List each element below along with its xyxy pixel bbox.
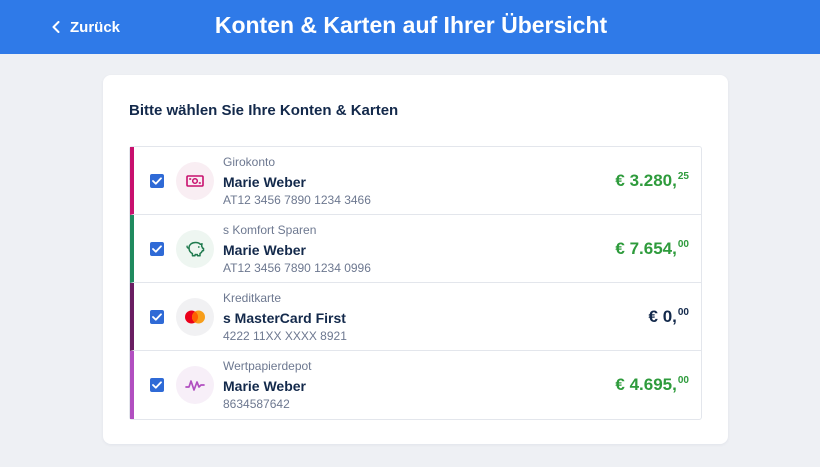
balance-main: € 0, — [648, 307, 677, 326]
account-row-sparen[interactable]: s Komfort Sparen Marie Weber AT12 3456 7… — [130, 215, 701, 283]
account-type: Girokonto — [223, 155, 276, 169]
account-icon-circle — [176, 230, 214, 268]
account-holder: Marie Weber — [223, 242, 306, 258]
account-holder: Marie Weber — [223, 378, 306, 394]
balance-main: € 4.695, — [615, 375, 677, 394]
account-checkbox[interactable] — [150, 378, 164, 392]
account-row-girokonto[interactable]: Girokonto Marie Weber AT12 3456 7890 123… — [130, 147, 701, 215]
chart-line-icon — [185, 380, 205, 391]
account-checkbox[interactable] — [150, 242, 164, 256]
account-checkbox[interactable] — [150, 174, 164, 188]
balance-main: € 3.280, — [615, 171, 677, 190]
account-balance: € 3.280,25 — [615, 171, 689, 191]
account-balance: € 0,00 — [649, 307, 689, 327]
account-type: Kreditkarte — [223, 291, 282, 305]
account-type: s Komfort Sparen — [223, 223, 317, 237]
account-balance: € 7.654,00 — [615, 239, 689, 259]
account-checkbox[interactable] — [150, 310, 164, 324]
account-list: Girokonto Marie Weber AT12 3456 7890 123… — [129, 146, 702, 420]
account-number: AT12 3456 7890 1234 0996 — [223, 261, 371, 275]
app-header: Zurück Konten & Karten auf Ihrer Übersic… — [0, 0, 820, 54]
card-title: Bitte wählen Sie Ihre Konten & Karten — [129, 102, 399, 119]
account-balance: € 4.695,00 — [615, 375, 689, 395]
account-icon-circle — [176, 366, 214, 404]
account-number: 8634587642 — [223, 397, 290, 411]
account-holder: s MasterCard First — [223, 310, 346, 326]
balance-cents: 00 — [677, 307, 689, 318]
account-number: AT12 3456 7890 1234 3466 — [223, 193, 371, 207]
banknote-icon — [186, 175, 204, 187]
page-title: Konten & Karten auf Ihrer Übersicht — [214, 12, 608, 38]
account-row-wertpapierdepot[interactable]: Wertpapierdepot Marie Weber 8634587642 €… — [130, 351, 701, 419]
checkmark-icon — [152, 245, 162, 253]
account-number: 4222 11XX XXXX 8921 — [223, 329, 347, 343]
balance-cents: 25 — [677, 171, 689, 182]
account-icon-circle — [176, 162, 214, 200]
account-icon-circle — [176, 298, 214, 336]
account-type: Wertpapierdepot — [223, 359, 312, 373]
balance-cents: 00 — [677, 375, 689, 386]
account-holder: Marie Weber — [223, 174, 306, 190]
accounts-card: Bitte wählen Sie Ihre Konten & Karten Gi… — [103, 75, 728, 444]
checkmark-icon — [152, 177, 162, 185]
checkmark-icon — [152, 381, 162, 389]
account-row-kreditkarte[interactable]: Kreditkarte s MasterCard First 4222 11XX… — [130, 283, 701, 351]
balance-cents: 00 — [677, 239, 689, 250]
checkmark-icon — [152, 313, 162, 321]
piggy-bank-icon — [186, 241, 205, 257]
mastercard-icon — [185, 310, 205, 324]
balance-main: € 7.654, — [615, 239, 677, 258]
